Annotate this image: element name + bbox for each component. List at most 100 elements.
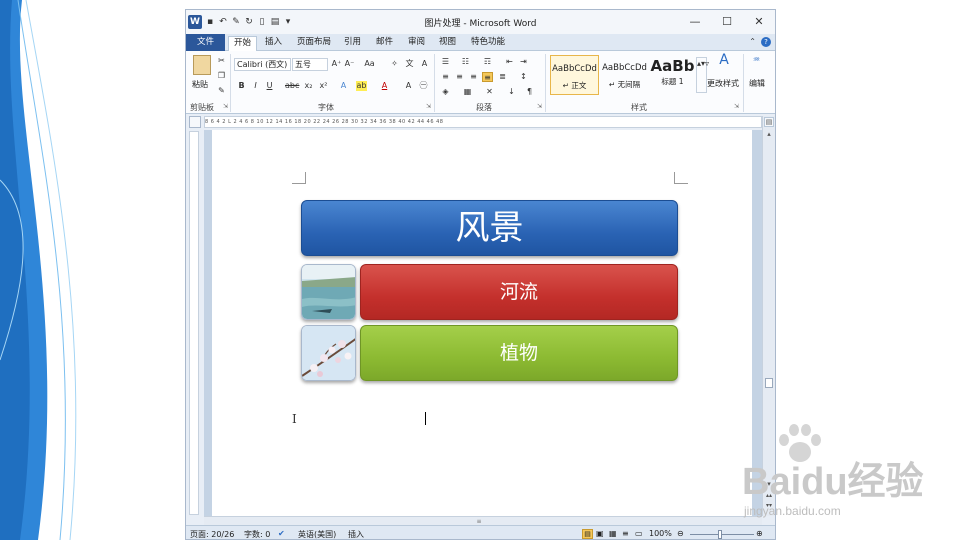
increase-indent-icon[interactable]: ⇥ (518, 57, 529, 67)
font-size-select[interactable]: 五号 (292, 58, 328, 71)
zoom-slider-thumb[interactable] (718, 530, 722, 539)
show-marks-icon[interactable]: ¶ (524, 87, 535, 97)
bullets-icon[interactable]: ☰ (440, 57, 451, 67)
vertical-ruler[interactable] (189, 131, 199, 515)
font-name-select[interactable]: Calibri (西文) (234, 58, 291, 71)
river-image[interactable] (301, 264, 356, 320)
scrollbar-thumb[interactable] (765, 378, 773, 388)
insert-mode[interactable]: 插入 (348, 529, 364, 539)
smartart-title-bar[interactable]: 风景 (301, 200, 678, 256)
clipboard-launcher-icon[interactable]: ⇲ (223, 103, 228, 110)
ruler-view-icon[interactable]: ▤ (764, 117, 774, 127)
web-layout-icon[interactable]: ▦ (609, 529, 617, 538)
italic-button[interactable]: I (250, 81, 261, 91)
bold-button[interactable]: B (236, 81, 247, 91)
cut-icon[interactable]: ✂ (216, 56, 227, 66)
draft-view-icon[interactable]: ▭ (635, 529, 643, 538)
style-no-spacing[interactable]: AaBbCcDd ↵ 无间隔 (600, 55, 649, 95)
tab-home[interactable]: 开始 (228, 36, 258, 51)
distributed-icon[interactable]: ≣ (497, 72, 508, 82)
plant-image[interactable] (301, 325, 356, 381)
paste-button[interactable]: 粘贴 (192, 79, 208, 90)
subscript-button[interactable]: x₂ (303, 81, 314, 91)
zoom-level[interactable]: 100% (649, 529, 672, 538)
tab-insert[interactable]: 插入 (260, 36, 287, 51)
full-screen-reading-icon[interactable]: ▣ (596, 529, 604, 538)
smartart-item-river[interactable]: 河流 (360, 264, 678, 320)
tab-review[interactable]: 审阅 (403, 36, 430, 51)
maximize-button[interactable]: ☐ (711, 10, 743, 34)
style-label: ↵ 正文 (562, 81, 587, 90)
outline-view-icon[interactable]: ≡ (622, 529, 629, 538)
tab-view[interactable]: 视图 (434, 36, 461, 51)
align-center-icon[interactable]: ≡ (454, 72, 465, 82)
chinese-layout-icon[interactable]: ✕ (484, 87, 495, 97)
enclosed-characters-icon[interactable]: ㊀ (418, 81, 429, 91)
shrink-font-icon[interactable]: A⁻ (344, 59, 355, 69)
tab-page-layout[interactable]: 页面布局 (292, 36, 336, 51)
character-border-icon[interactable]: A (419, 59, 430, 69)
tab-file[interactable]: 文件 (186, 34, 225, 51)
find-icon[interactable]: ♒ (751, 55, 762, 65)
character-shading-icon[interactable]: A (403, 81, 414, 91)
styles-launcher-icon[interactable]: ⇲ (734, 103, 739, 110)
text-effects-icon[interactable]: A (338, 81, 349, 91)
tab-special-features[interactable]: 特色功能 (466, 36, 510, 51)
font-launcher-icon[interactable]: ⇲ (426, 103, 431, 110)
group-divider (743, 54, 744, 112)
grow-font-icon[interactable]: A⁺ (331, 59, 342, 69)
underline-button[interactable]: U (264, 81, 275, 91)
tab-mailings[interactable]: 邮件 (371, 36, 398, 51)
close-button[interactable]: ✕ (743, 10, 775, 34)
zoom-in-button[interactable]: ⊕ (756, 529, 763, 538)
multilevel-list-icon[interactable]: ☶ (482, 57, 493, 67)
tab-references[interactable]: 引用 (339, 36, 366, 51)
line-spacing-icon[interactable]: ↕ (518, 72, 529, 82)
change-styles-button[interactable]: 更改样式 (707, 78, 739, 89)
align-right-icon[interactable]: ≡ (468, 72, 479, 82)
ribbon-home: 粘贴 ✂ ❐ ✎ 剪贴板 ⇲ Calibri (西文) 五号 A⁺ A⁻ Aa … (186, 51, 775, 114)
style-normal[interactable]: AaBbCcDd ↵ 正文 (550, 55, 599, 95)
borders-icon[interactable]: ▦ (462, 87, 473, 97)
style-sample: AaBbCcDd (602, 63, 647, 73)
editing-button[interactable]: 编辑 (749, 78, 765, 89)
styles-gallery-scroll[interactable]: ▴▾▿ (696, 57, 709, 93)
phonetic-guide-icon[interactable]: 文 (404, 59, 415, 69)
zoom-out-button[interactable]: ⊖ (677, 529, 684, 538)
page-count[interactable]: 页面: 20/26 (190, 529, 234, 539)
shading-icon[interactable]: ◈ (440, 87, 451, 97)
help-icon[interactable]: ? (761, 37, 771, 47)
strikethrough-button[interactable]: abc (285, 81, 299, 91)
highlight-color-icon[interactable]: ab (356, 81, 367, 91)
numbering-icon[interactable]: ☷ (460, 57, 471, 67)
change-case-icon[interactable]: Aa (364, 59, 375, 69)
format-painter-brush-icon[interactable]: ✎ (216, 86, 227, 96)
ruler-toggle[interactable] (189, 116, 201, 128)
align-left-icon[interactable]: ≡ (440, 72, 451, 82)
document-page[interactable]: 风景 河流 植物 I (212, 130, 752, 516)
paste-icon[interactable] (193, 55, 211, 75)
change-styles-icon[interactable]: A (714, 53, 734, 73)
font-color-icon[interactable]: A (379, 81, 390, 91)
style-heading-1[interactable]: AaBb 标题 1 (648, 55, 697, 95)
scroll-grip-icon[interactable]: ≡ (474, 518, 484, 525)
scroll-up-icon[interactable]: ▴ (764, 130, 774, 140)
minimize-button[interactable]: — (679, 10, 711, 34)
clear-formatting-icon[interactable]: ✧ (389, 59, 400, 69)
word-count[interactable]: 字数: 0 (244, 529, 270, 539)
smartart-item-plant[interactable]: 植物 (360, 325, 678, 381)
sort-icon[interactable]: ↓ (506, 87, 517, 97)
justify-icon[interactable]: ≡ (482, 72, 493, 82)
language-indicator[interactable]: 英语(美国) (298, 529, 336, 539)
copy-icon[interactable]: ❐ (216, 71, 227, 81)
paragraph-launcher-icon[interactable]: ⇲ (537, 103, 542, 110)
horizontal-ruler[interactable]: 8 6 4 2 L 2 4 6 8 10 12 14 16 18 20 22 2… (204, 116, 762, 128)
superscript-button[interactable]: x² (318, 81, 329, 91)
proofing-icon[interactable]: ✔ (278, 529, 285, 538)
group-divider (434, 54, 435, 112)
zoom-slider[interactable] (690, 534, 754, 535)
collapse-ribbon-icon[interactable]: ⌃ (749, 37, 756, 47)
decrease-indent-icon[interactable]: ⇤ (504, 57, 515, 67)
print-layout-view-icon[interactable]: ▤ (582, 529, 593, 539)
style-sample: AaBbCcDd (552, 64, 597, 74)
